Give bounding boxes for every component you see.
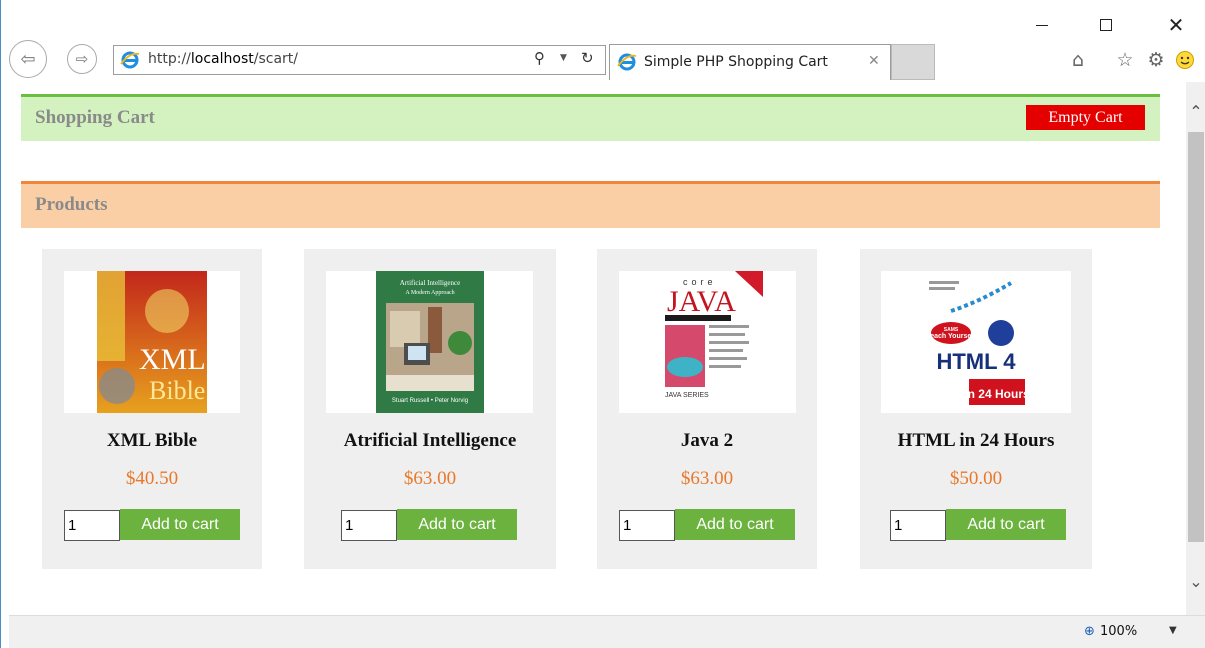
quantity-input[interactable]: 1: [890, 510, 946, 541]
tab-close-icon[interactable]: ✕: [868, 53, 880, 69]
product-image[interactable]: Artificial Intelligence A Modern Approac…: [326, 271, 533, 413]
url-host: localhost: [190, 51, 254, 67]
forward-arrow-icon: ⇨: [75, 50, 89, 68]
cart-title: Shopping Cart: [35, 107, 155, 128]
refresh-icon[interactable]: ↻: [581, 49, 594, 67]
search-icon[interactable]: ⚲: [534, 49, 545, 67]
add-to-cart-button[interactable]: Add to cart: [675, 509, 795, 540]
product-image[interactable]: XML Bible: [64, 271, 240, 413]
maximize-icon: [1100, 19, 1112, 31]
close-window-button[interactable]: ✕: [1161, 10, 1191, 40]
status-bar: ⊕ 100% ▼: [9, 615, 1205, 648]
svg-text:JAVA: JAVA: [667, 285, 736, 318]
product-card: core JAVA JAVA SERIES Java 2 $63.00 1 Ad…: [597, 249, 817, 569]
url-text[interactable]: http://localhost/scart/: [148, 51, 298, 67]
add-to-cart-button[interactable]: Add to cart: [120, 509, 240, 540]
gear-icon[interactable]: ⚙: [1144, 48, 1168, 72]
svg-text:Bible: Bible: [149, 376, 205, 405]
svg-text:JAVA SERIES: JAVA SERIES: [665, 392, 709, 399]
tab-title: Simple PHP Shopping Cart: [644, 54, 828, 70]
product-card: Artificial Intelligence A Modern Approac…: [304, 249, 556, 569]
xml-bible-cover: XML Bible: [97, 271, 207, 413]
maximize-button[interactable]: [1091, 10, 1121, 40]
quantity-input[interactable]: 1: [619, 510, 675, 541]
page-viewport: Shopping Cart Empty Cart Products XML Bi…: [9, 82, 1186, 615]
svg-text:Teach Yourself: Teach Yourself: [926, 333, 976, 340]
browser-window: ✕ ⇦ ⇨ http://localhost/scart/ ⚲ ▼ ↻ Simp…: [0, 0, 1205, 648]
product-price: $63.00: [403, 468, 457, 489]
svg-text:Artificial Intelligence: Artificial Intelligence: [399, 279, 459, 287]
svg-text:in 24 Hours: in 24 Hours: [964, 387, 1030, 401]
svg-text:A Modern Approach: A Modern Approach: [405, 290, 454, 296]
product-card: SAMS Teach Yourself HTML 4 in 24 Hours H…: [860, 249, 1092, 569]
product-price: $63.00: [680, 468, 734, 489]
forward-button[interactable]: ⇨: [67, 44, 97, 74]
url-path: /scart/: [253, 51, 298, 67]
product-price: $50.00: [949, 468, 1003, 489]
star-icon[interactable]: ☆: [1113, 48, 1137, 72]
back-button[interactable]: ⇦: [9, 40, 47, 78]
url-scheme: http://: [148, 51, 191, 67]
svg-text:Stuart Russell • Peter Norvig: Stuart Russell • Peter Norvig: [391, 398, 467, 404]
address-bar[interactable]: http://localhost/scart/ ⚲ ▼ ↻: [113, 45, 606, 75]
quantity-input[interactable]: 1: [64, 510, 120, 541]
add-to-cart-button[interactable]: Add to cart: [946, 509, 1066, 540]
product-price: $40.50: [125, 468, 179, 489]
minimize-button[interactable]: [1027, 10, 1057, 40]
back-arrow-icon: ⇦: [20, 48, 36, 70]
product-image[interactable]: core JAVA JAVA SERIES: [619, 271, 796, 413]
home-icon[interactable]: ⌂: [1066, 48, 1090, 72]
ie-logo-icon: [120, 51, 140, 69]
zoom-icon[interactable]: ⊕: [1084, 624, 1095, 639]
quantity-input[interactable]: 1: [341, 510, 397, 541]
product-name: HTML in 24 Hours: [897, 430, 1055, 451]
core-java-cover: core JAVA JAVA SERIES: [652, 271, 763, 413]
svg-text:HTML 4: HTML 4: [936, 349, 1016, 374]
scroll-thumb[interactable]: [1188, 132, 1204, 542]
add-to-cart-button[interactable]: Add to cart: [397, 509, 517, 540]
scroll-down-icon[interactable]: ⌄: [1186, 572, 1205, 592]
zoom-dropdown-icon[interactable]: ▼: [1169, 625, 1177, 636]
shopping-cart-header: Shopping Cart Empty Cart: [21, 94, 1160, 141]
ie-tab-logo-icon: [617, 53, 637, 71]
product-name: Atrificial Intelligence: [343, 430, 517, 451]
svg-text:XML: XML: [139, 343, 206, 376]
vertical-scrollbar[interactable]: ⌃ ⌄: [1186, 82, 1205, 615]
zoom-level[interactable]: 100%: [1100, 624, 1137, 639]
empty-cart-button[interactable]: Empty Cart: [1026, 105, 1145, 130]
address-dropdown-icon[interactable]: ▼: [560, 53, 567, 63]
smiley-face-icon: [1176, 51, 1194, 69]
scroll-up-icon[interactable]: ⌃: [1186, 102, 1205, 122]
browser-tab[interactable]: Simple PHP Shopping Cart ✕: [609, 44, 891, 80]
minimize-icon: [1036, 24, 1048, 26]
product-name: XML Bible: [106, 430, 198, 451]
product-card: XML Bible XML Bible $40.50 1 Add to cart: [42, 249, 262, 569]
product-name: Java 2: [680, 430, 734, 451]
html-24-hours-cover: SAMS Teach Yourself HTML 4 in 24 Hours: [921, 271, 1031, 413]
smiley-icon[interactable]: [1173, 48, 1197, 72]
close-icon: ✕: [1167, 13, 1185, 37]
new-tab-button[interactable]: [891, 44, 935, 80]
artificial-intelligence-cover: Artificial Intelligence A Modern Approac…: [375, 271, 484, 413]
products-header: Products: [21, 181, 1160, 228]
product-image[interactable]: SAMS Teach Yourself HTML 4 in 24 Hours: [881, 271, 1071, 413]
products-title: Products: [35, 194, 108, 215]
